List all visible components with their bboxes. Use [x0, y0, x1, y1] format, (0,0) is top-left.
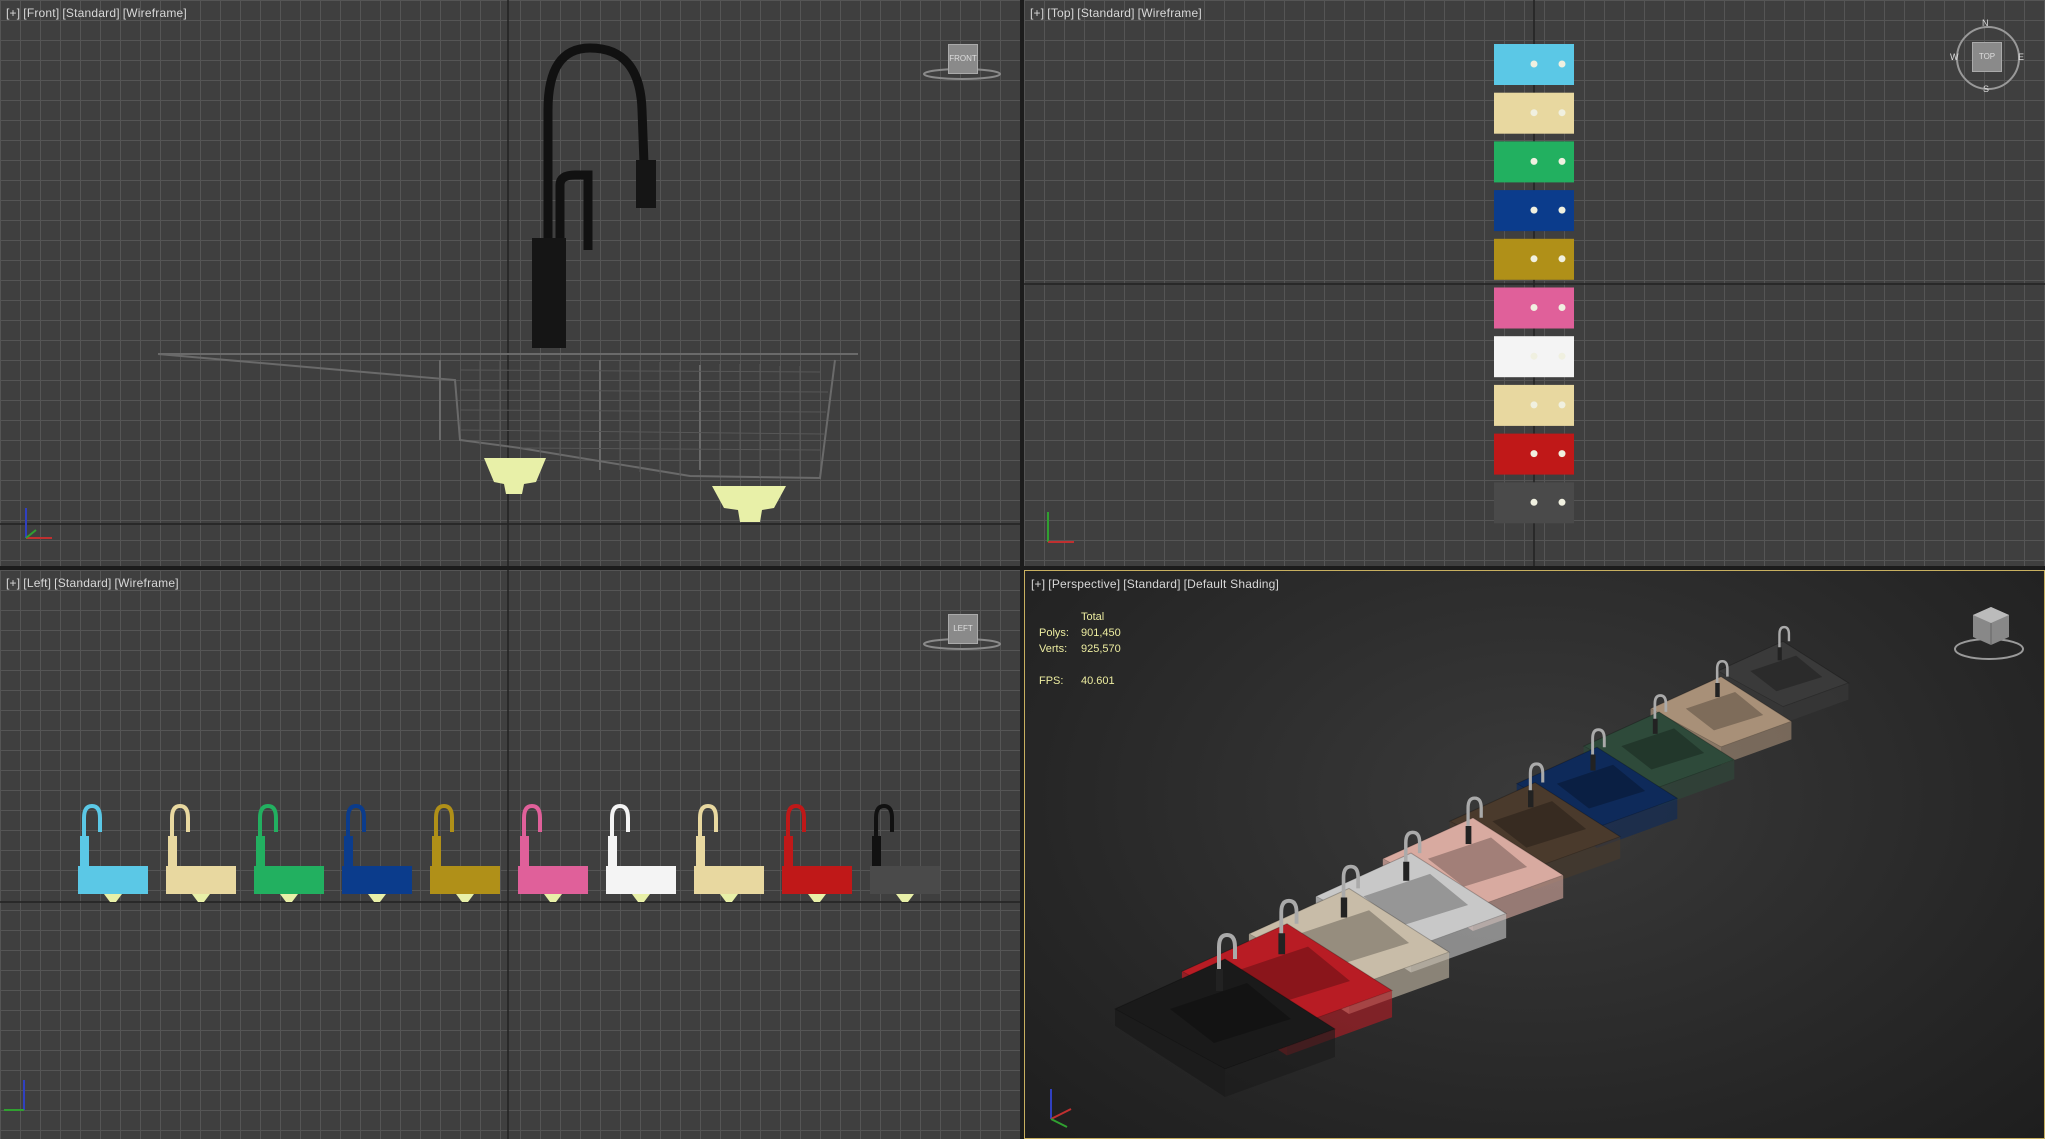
left-sink-item	[166, 803, 236, 902]
top-sink-item	[1494, 141, 1574, 183]
strainer-right	[712, 486, 786, 522]
top-sink-item	[1494, 287, 1574, 329]
top-sink-item	[1494, 384, 1574, 426]
top-sink-item	[1494, 336, 1574, 378]
left-scene	[0, 570, 1020, 1139]
top-sink-item	[1494, 44, 1574, 85]
left-sink-item	[342, 803, 412, 902]
axis-tripod-perspective	[1050, 1089, 1072, 1128]
left-sink-item	[254, 803, 324, 902]
axis-tripod-top	[1047, 512, 1074, 543]
left-sink-item	[430, 803, 500, 902]
compass-north-label: N	[1982, 18, 1989, 28]
strainer-left	[484, 458, 546, 494]
axis-tripod-front	[25, 508, 52, 539]
left-sink-item	[78, 803, 148, 902]
viewport-top[interactable]: [+] [Top] [Standard] [Wireframe] TOP N S E …	[1024, 0, 2045, 566]
compass-east-label: E	[2018, 52, 2025, 62]
left-sink-item	[870, 803, 940, 902]
viewport-front[interactable]: [+] [Front] [Standard] [Wireframe] FRONT	[0, 0, 1020, 566]
viewcube-front[interactable]: FRONT	[948, 44, 978, 74]
left-sink-list	[78, 803, 940, 902]
top-sink-item	[1494, 190, 1574, 232]
viewport-left[interactable]: [+] [Left] [Standard] [Wireframe] LEFT	[0, 570, 1020, 1139]
viewcube-left[interactable]: LEFT	[948, 614, 978, 644]
compass-south-label: S	[1983, 84, 1990, 94]
top-sink-item	[1494, 433, 1574, 475]
front-scene	[0, 0, 1020, 566]
left-sink-item	[782, 803, 852, 902]
top-sink-item	[1494, 482, 1574, 524]
left-sink-item	[694, 803, 764, 902]
top-scene	[1024, 0, 2045, 566]
viewport-perspective[interactable]: [+] [Perspective] [Standard] [Default Shadi…	[1024, 570, 2045, 1139]
viewcube-top[interactable]: TOP	[1972, 42, 2002, 72]
axis-tripod-left	[4, 1080, 25, 1111]
top-sink-item	[1494, 238, 1574, 280]
perspective-scene	[1050, 607, 2024, 1128]
perspective-sink-list	[1113, 625, 1850, 1097]
viewcube-perspective	[1954, 607, 2024, 660]
left-sink-item	[518, 803, 588, 902]
top-sink-item	[1494, 92, 1574, 134]
compass-west-label: W	[1950, 52, 1959, 62]
left-sink-item	[606, 803, 676, 902]
